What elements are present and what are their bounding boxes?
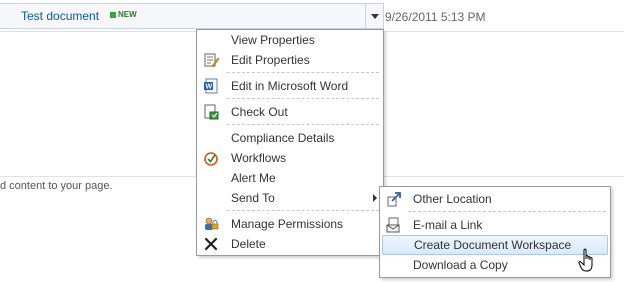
menu-item-label: Compliance Details [231,131,335,145]
menu-item-alert-me[interactable]: Alert Me [197,168,383,188]
menu-item-label: Edit Properties [231,53,310,67]
submenu-item-other-location[interactable]: Other Location [380,189,610,209]
submenu-item-label: Other Location [413,192,492,206]
menu-separator [227,98,379,99]
page-hint-text: d content to your page. [0,180,113,192]
word-icon: W [203,78,219,94]
item-context-menu: View Properties Edit Properties W Edit i… [196,29,384,256]
menu-item-send-to[interactable]: Send To [197,188,383,208]
svg-text:W: W [206,84,213,91]
menu-separator [227,124,379,125]
delete-icon [203,236,219,252]
menu-item-label: Edit in Microsoft Word [231,79,349,93]
menu-item-manage-permissions[interactable]: Manage Permissions [197,214,383,234]
submenu-item-label: Download a Copy [413,258,508,272]
chevron-down-icon [371,13,379,19]
edit-properties-icon [203,52,220,68]
send-other-location-icon [386,191,402,207]
menu-item-label: Workflows [231,151,287,165]
menu-item-label: Send To [231,191,275,205]
menu-item-edit-properties[interactable]: Edit Properties [197,50,383,70]
menu-item-label: Manage Permissions [231,217,344,231]
modified-date: 9/26/2011 5:13 PM [385,10,486,24]
menu-item-check-out[interactable]: Check Out [197,102,383,122]
send-to-submenu: Other Location E-mail a Link Create Docu… [379,186,611,278]
document-list-row: Test document NEW 9/26/2011 5:13 PM [0,0,624,32]
menu-item-label: Alert Me [231,171,276,185]
menu-item-view-properties[interactable]: View Properties [197,30,383,50]
new-icon [110,11,116,18]
new-badge: NEW [110,10,137,19]
submenu-arrow-icon [373,194,377,202]
permissions-icon [203,216,219,232]
menu-separator [408,211,606,212]
menu-item-compliance-details[interactable]: Compliance Details [197,128,383,148]
submenu-item-create-document-workspace[interactable]: Create Document Workspace [382,235,608,255]
menu-separator [227,210,379,211]
submenu-item-label: E-mail a Link [413,218,483,232]
menu-item-label: View Properties [231,33,315,47]
menu-item-edit-in-word[interactable]: W Edit in Microsoft Word [197,76,383,96]
email-link-icon [386,217,402,233]
new-badge-label: NEW [118,10,137,19]
item-menu-dropdown-button[interactable] [365,3,384,29]
hand-cursor-icon [578,248,598,274]
submenu-item-label: Create Document Workspace [414,238,572,252]
menu-item-workflows[interactable]: Workflows [197,148,383,168]
workflows-icon [203,150,219,166]
submenu-item-download-copy[interactable]: Download a Copy [380,255,610,275]
menu-separator [227,72,379,73]
menu-item-label: Delete [231,237,266,251]
document-link[interactable]: Test document [21,9,99,23]
document-name-cell: Test document NEW [0,3,384,29]
menu-item-label: Check Out [231,105,288,119]
check-out-icon [203,104,219,120]
menu-item-delete[interactable]: Delete [197,234,383,254]
submenu-item-email-link[interactable]: E-mail a Link [380,215,610,235]
